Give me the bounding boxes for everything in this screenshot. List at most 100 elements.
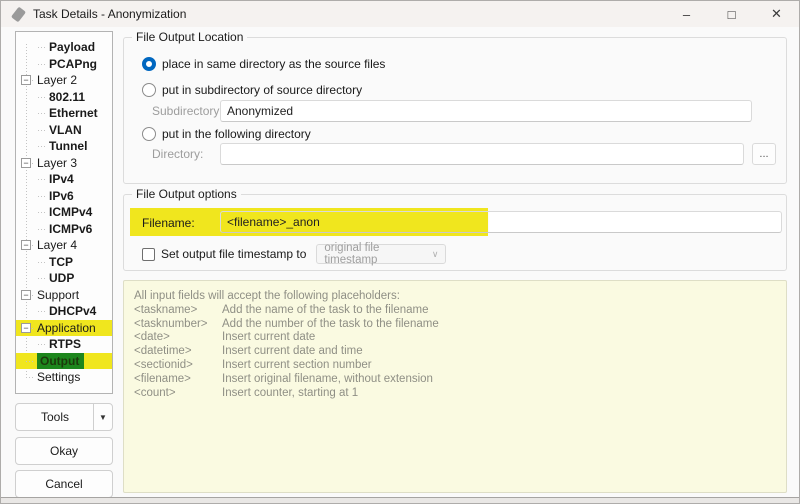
timestamp-checkbox-label: Set output file timestamp to: [161, 247, 307, 261]
radio-subdirectory-label: put in subdirectory of source directory: [162, 83, 363, 97]
tree-item-label: Tunnel: [49, 139, 88, 154]
tree-item-application[interactable]: − Application: [16, 319, 112, 336]
tree-item-output[interactable]: Output: [16, 352, 112, 369]
radio-following-directory[interactable]: [142, 127, 156, 141]
timestamp-checkbox[interactable]: [142, 247, 155, 261]
directory-label: Directory:: [152, 147, 204, 161]
tree-item-vlan[interactable]: VLAN: [16, 122, 112, 139]
minimize-button[interactable]: –: [664, 1, 709, 27]
tree-item-udp[interactable]: UDP: [16, 270, 112, 287]
section-tree: Payload PCAPng − Layer 2 802.11 Ethernet VLAN T…: [15, 31, 113, 394]
chevron-down-icon: ∨: [431, 248, 439, 259]
radio-row-same-directory: place in same directory as the source fi…: [142, 57, 385, 71]
titlebar: Task Details - Anonymization – □ ✕: [1, 1, 799, 27]
placeholder-tag: <datetime>: [134, 345, 192, 358]
browse-directory-button[interactable]: ...: [752, 143, 776, 165]
placeholder-tag: <taskname>: [134, 303, 198, 316]
placeholders-list: <taskname> Add the name of the task to th…: [134, 304, 776, 401]
tree-item-label: Payload: [49, 40, 96, 55]
tree-item-label: Ethernet: [49, 106, 98, 121]
tree-item-label: Support: [37, 287, 80, 302]
tree-item-label: Layer 2: [37, 73, 78, 88]
tree-item-icmpv4[interactable]: ICMPv4: [16, 204, 112, 221]
window-bottom-edge: [1, 497, 799, 503]
tree-item-label: Settings: [37, 370, 81, 385]
file-output-location-group: File Output Location place in same direc…: [123, 30, 787, 184]
okay-button[interactable]: Okay: [15, 437, 113, 465]
tree-item-payload[interactable]: Payload: [16, 39, 112, 56]
placeholder-row: <count> Insert counter, starting at 1: [134, 387, 776, 401]
tree-item-label: PCAPng: [49, 56, 97, 71]
placeholder-row: <sectionid> Insert current section number: [134, 359, 776, 373]
directory-input[interactable]: [220, 143, 744, 165]
placeholder-description: Insert current date: [222, 331, 316, 344]
tree-item-tcp[interactable]: TCP: [16, 254, 112, 271]
tree-item-pcapng[interactable]: PCAPng: [16, 56, 112, 73]
tree-items: Payload PCAPng − Layer 2 802.11 Ethernet VLAN T…: [16, 39, 112, 386]
tree-item-ipv6[interactable]: IPv6: [16, 188, 112, 205]
radio-following-directory-label: put in the following directory: [162, 127, 311, 141]
tree-item-label: UDP: [49, 271, 75, 286]
tree-item-dhcpv4[interactable]: DHCPv4: [16, 303, 112, 320]
file-output-options-group: File Output options Filename: Set output…: [123, 187, 787, 271]
radio-same-directory[interactable]: [142, 57, 156, 71]
placeholder-tag: <tasknumber>: [134, 317, 208, 330]
tree-item-802-11[interactable]: 802.11: [16, 89, 112, 106]
placeholder-description: Add the number of the task to the filena…: [222, 317, 439, 330]
group-title: File Output options: [132, 187, 241, 201]
filename-label: Filename:: [142, 216, 195, 230]
placeholder-row: <tasknumber> Add the number of the task t…: [134, 318, 776, 332]
placeholder-description: Insert current section number: [222, 358, 372, 371]
close-button[interactable]: ✕: [754, 1, 799, 27]
cancel-button[interactable]: Cancel: [15, 470, 113, 498]
tree-item-settings[interactable]: Settings: [16, 369, 112, 386]
timestamp-row: Set output file timestamp to original fi…: [142, 242, 447, 266]
collapse-icon[interactable]: −: [21, 75, 31, 85]
maximize-button[interactable]: □: [709, 1, 754, 27]
tree-item-label: RTPS: [49, 337, 82, 352]
collapse-icon[interactable]: −: [21, 157, 31, 168]
cancel-button-label: Cancel: [45, 477, 83, 491]
radio-row-subdirectory: put in subdirectory of source directory: [142, 83, 362, 97]
placeholder-row: <datetime> Insert current date and time: [134, 345, 776, 359]
collapse-icon[interactable]: −: [21, 240, 31, 250]
collapse-icon[interactable]: −: [21, 322, 31, 333]
placeholder-row: <taskname> Add the name of the task to th…: [134, 304, 776, 318]
subdirectory-input[interactable]: [220, 100, 752, 122]
tree-item-rtps[interactable]: RTPS: [16, 336, 112, 353]
placeholder-description: Insert original filename, without extens…: [222, 372, 433, 385]
collapse-icon[interactable]: −: [21, 289, 31, 300]
window-title: Task Details - Anonymization: [33, 7, 187, 21]
tree-item-label: IPv4: [49, 172, 74, 187]
tree-item-ipv4[interactable]: IPv4: [16, 171, 112, 188]
tree-item-label: Layer 4: [37, 238, 78, 253]
group-title: File Output Location: [132, 30, 248, 44]
tree-item-layer-4[interactable]: − Layer 4: [16, 237, 112, 254]
placeholders-panel: All input fields will accept the followi…: [123, 280, 787, 493]
window-controls: – □ ✕: [664, 1, 799, 27]
placeholder-row: <filename> Insert original filename, with…: [134, 373, 776, 387]
placeholder-tag: <count>: [134, 386, 176, 399]
placeholders-intro: All input fields will accept the followi…: [134, 290, 400, 302]
tree-item-layer-3[interactable]: − Layer 3: [16, 155, 112, 172]
tree-item-label: Output: [37, 352, 85, 369]
tree-item-icmpv6[interactable]: ICMPv6: [16, 221, 112, 238]
radio-subdirectory[interactable]: [142, 83, 156, 97]
tools-button[interactable]: Tools ▼: [15, 403, 113, 431]
tree-item-ethernet[interactable]: Ethernet: [16, 105, 112, 122]
radio-row-following-directory: put in the following directory: [142, 127, 311, 141]
placeholder-tag: <date>: [134, 331, 170, 344]
task-details-dialog: Task Details - Anonymization – □ ✕ Paylo…: [0, 0, 800, 504]
tree-item-layer-2[interactable]: − Layer 2: [16, 72, 112, 89]
tree-item-label: TCP: [49, 254, 73, 269]
placeholder-tag: <sectionid>: [134, 358, 193, 371]
tree-item-label: IPv6: [49, 188, 74, 203]
tree-item-tunnel[interactable]: Tunnel: [16, 138, 112, 155]
filename-input[interactable]: [220, 211, 782, 233]
app-icon: [10, 6, 27, 22]
tools-dropdown-arrow[interactable]: ▼: [93, 404, 112, 430]
tree-item-label: ICMPv6: [49, 221, 93, 236]
timestamp-dropdown[interactable]: original file timestamp ∨: [316, 242, 447, 266]
tree-item-support[interactable]: − Support: [16, 287, 112, 304]
placeholder-description: Add the name of the task to the filename: [222, 303, 429, 316]
